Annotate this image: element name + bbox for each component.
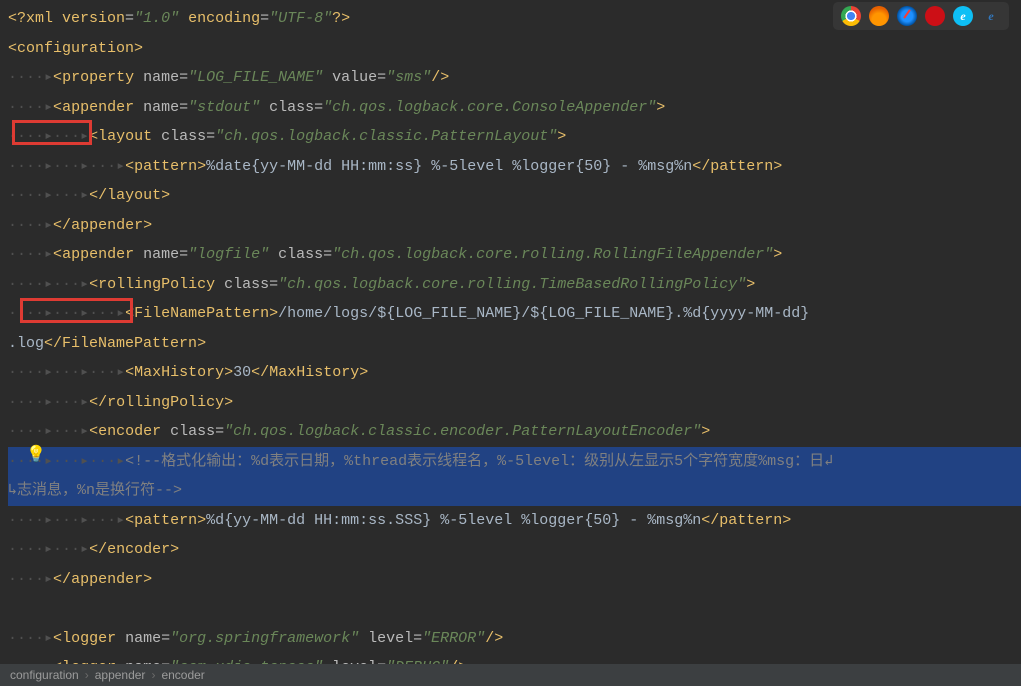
code-line: ····▸···▸<layout class="ch.qos.logback.c…	[8, 122, 1021, 152]
code-line: ····▸···▸<encoder class="ch.qos.logback.…	[8, 417, 1021, 447]
code-line: ····▸<appender name="stdout" class="ch.q…	[8, 93, 1021, 123]
code-line: ····▸···▸</layout>	[8, 181, 1021, 211]
code-line: ····▸···▸<rollingPolicy class="ch.qos.lo…	[8, 270, 1021, 300]
breadcrumb-item[interactable]: appender	[95, 668, 146, 682]
code-line: ····▸</appender>	[8, 565, 1021, 595]
code-line: ····▸<appender name="logfile" class="ch.…	[8, 240, 1021, 270]
code-line: ····▸···▸···▸<pattern>%date{yy-MM-dd HH:…	[8, 152, 1021, 182]
code-editor[interactable]: <?xml version="1.0" encoding="UTF-8"?> <…	[0, 0, 1021, 683]
code-line: ····▸···▸···▸<MaxHistory>30</MaxHistory>	[8, 358, 1021, 388]
code-line: .log</FileNamePattern>	[8, 329, 1021, 359]
code-line: ····▸</appender>	[8, 211, 1021, 241]
breadcrumb-item[interactable]: configuration	[10, 668, 79, 682]
code-line: ····▸···▸</rollingPolicy>	[8, 388, 1021, 418]
code-line-blank	[8, 594, 1021, 624]
code-line: ····▸<logger name="org.springframework" …	[8, 624, 1021, 654]
code-line-selected: ····▸···▸···▸<!--格式化输出：%d表示日期，%thread表示线…	[8, 447, 1021, 477]
code-line: <?xml version="1.0" encoding="UTF-8"?>	[8, 4, 1021, 34]
code-line: ····▸<property name="LOG_FILE_NAME" valu…	[8, 63, 1021, 93]
code-line: ····▸···▸···▸<pattern>%d{yy-MM-dd HH:mm:…	[8, 506, 1021, 536]
breadcrumb-item[interactable]: encoder	[161, 668, 204, 682]
breadcrumb[interactable]: configuration› appender› encoder	[0, 664, 1021, 686]
code-line: ····▸···▸···▸<FileNamePattern>/home/logs…	[8, 299, 1021, 329]
intention-bulb-icon[interactable]: 💡	[26, 444, 46, 464]
code-line: <configuration>	[8, 34, 1021, 64]
code-line-selected: ↳志消息，%n是换行符-->	[8, 476, 1021, 506]
code-line: ····▸···▸</encoder>	[8, 535, 1021, 565]
